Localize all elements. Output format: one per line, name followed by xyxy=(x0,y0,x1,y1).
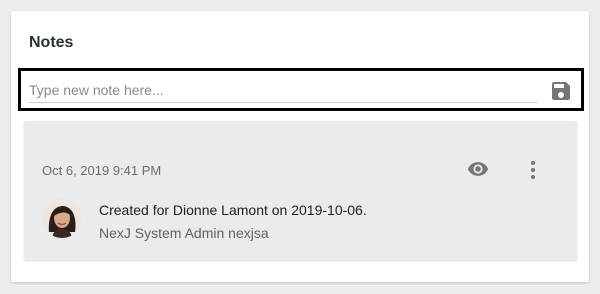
author-avatar xyxy=(42,198,82,238)
more-vertical-icon[interactable] xyxy=(523,159,543,181)
notes-card: Notes Oct 6, 2019 9:41 PM Cre xyxy=(11,11,589,282)
new-note-field xyxy=(18,68,584,111)
note-item: Oct 6, 2019 9:41 PM Created for Dionne L… xyxy=(24,121,577,260)
save-icon[interactable] xyxy=(549,79,573,103)
eye-icon[interactable] xyxy=(465,158,491,180)
new-note-input[interactable] xyxy=(29,78,538,103)
note-author: NexJ System Admin nexjsa xyxy=(99,225,269,241)
note-timestamp: Oct 6, 2019 9:41 PM xyxy=(42,163,162,178)
notes-title: Notes xyxy=(29,34,74,51)
note-text: Created for Dionne Lamont on 2019-10-06. xyxy=(99,202,367,218)
